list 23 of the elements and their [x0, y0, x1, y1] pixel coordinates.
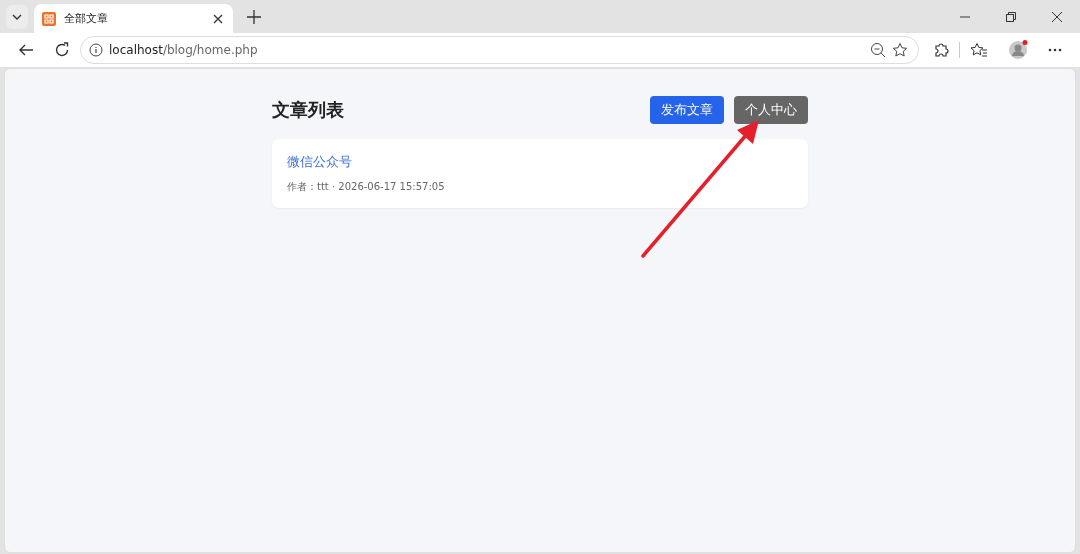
new-tab-icon[interactable] — [247, 9, 261, 24]
more-icon[interactable] — [1048, 48, 1062, 52]
tab-title: 全部文章 — [64, 11, 109, 26]
close-icon[interactable] — [1052, 11, 1062, 22]
tab-list-button[interactable] — [6, 4, 28, 29]
star-icon[interactable] — [892, 42, 908, 58]
back-icon[interactable] — [18, 42, 34, 58]
browser-tab[interactable]: 全部文章 — [34, 4, 233, 33]
favicon-icon — [42, 11, 56, 26]
publish-button[interactable]: 发布文章 — [650, 96, 724, 124]
article-title-link[interactable]: 微信公众号 — [287, 153, 793, 171]
close-icon[interactable] — [213, 13, 223, 24]
favorites-icon[interactable] — [970, 42, 988, 58]
profile-avatar-icon[interactable] — [1008, 40, 1028, 60]
zoom-out-icon[interactable] — [870, 42, 886, 58]
restore-icon[interactable] — [1006, 11, 1016, 22]
url-text: localhost/blog/home.php — [109, 43, 258, 57]
info-icon — [89, 43, 103, 57]
reload-icon[interactable] — [54, 42, 70, 58]
article-meta: 作者：ttt · 2026-06-17 15:57:05 — [287, 180, 446, 194]
profile-button[interactable]: 个人中心 — [734, 96, 808, 124]
puzzle-icon[interactable] — [933, 42, 949, 58]
page-title: 文章列表 — [272, 98, 344, 122]
